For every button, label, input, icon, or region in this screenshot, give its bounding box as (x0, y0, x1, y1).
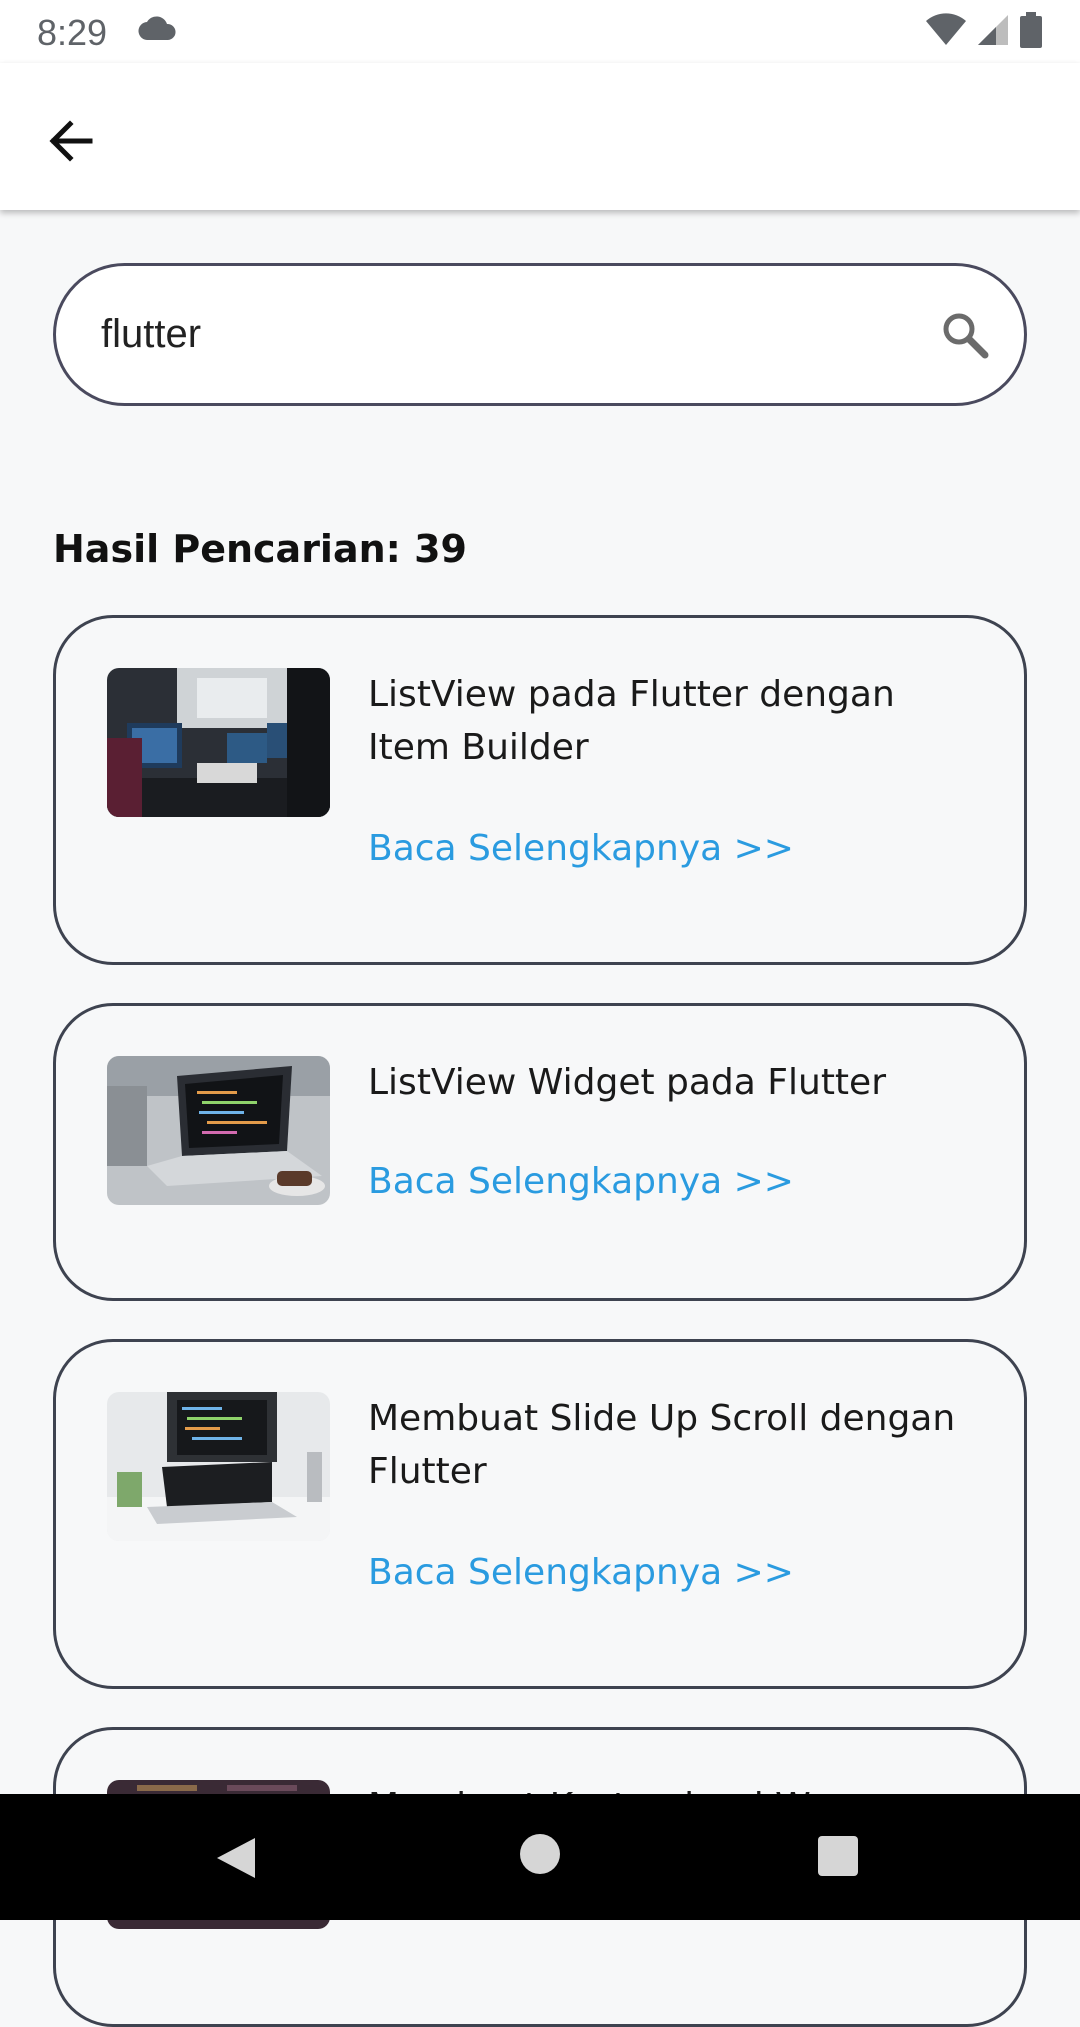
wifi-icon (926, 13, 966, 51)
read-more-link[interactable]: Baca Selengkapnya >> (368, 1161, 794, 1202)
thumbnail-image (107, 1056, 330, 1205)
cellular-signal-icon (976, 13, 1010, 51)
thumbnail-image (107, 668, 330, 817)
nav-home-icon[interactable] (520, 1834, 560, 1874)
back-button[interactable] (42, 111, 102, 171)
battery-icon (1020, 12, 1042, 52)
results-count-heading: Hasil Pencarian: 39 (53, 527, 467, 571)
result-card[interactable]: ListView Widget pada Flutter Baca Seleng… (53, 1003, 1027, 1301)
status-bar: 8:29 (0, 0, 1080, 63)
search-input[interactable] (101, 306, 881, 362)
cloud-icon (138, 16, 176, 46)
read-more-link[interactable]: Baca Selengkapnya >> (368, 1552, 794, 1593)
result-card[interactable]: ListView pada Flutter dengan Item Builde… (53, 615, 1027, 965)
navigation-bar (0, 1794, 1080, 1920)
card-title: ListView Widget pada Flutter (368, 1062, 886, 1103)
card-title: Membuat Slide Up Scroll dengan Flutter (368, 1398, 956, 1492)
search-box[interactable] (53, 263, 1027, 406)
card-title: ListView pada Flutter dengan Item Builde… (368, 674, 895, 768)
search-icon[interactable] (940, 310, 990, 364)
thumbnail-image (107, 1392, 330, 1541)
nav-recents-icon[interactable] (818, 1836, 858, 1876)
nav-back-icon[interactable] (215, 1836, 257, 1884)
status-time: 8:29 (37, 12, 108, 53)
read-more-link[interactable]: Baca Selengkapnya >> (368, 828, 794, 869)
arrow-left-icon (42, 120, 102, 175)
app-bar (0, 63, 1080, 210)
result-card[interactable]: Membuat Slide Up Scroll dengan Flutter B… (53, 1339, 1027, 1689)
